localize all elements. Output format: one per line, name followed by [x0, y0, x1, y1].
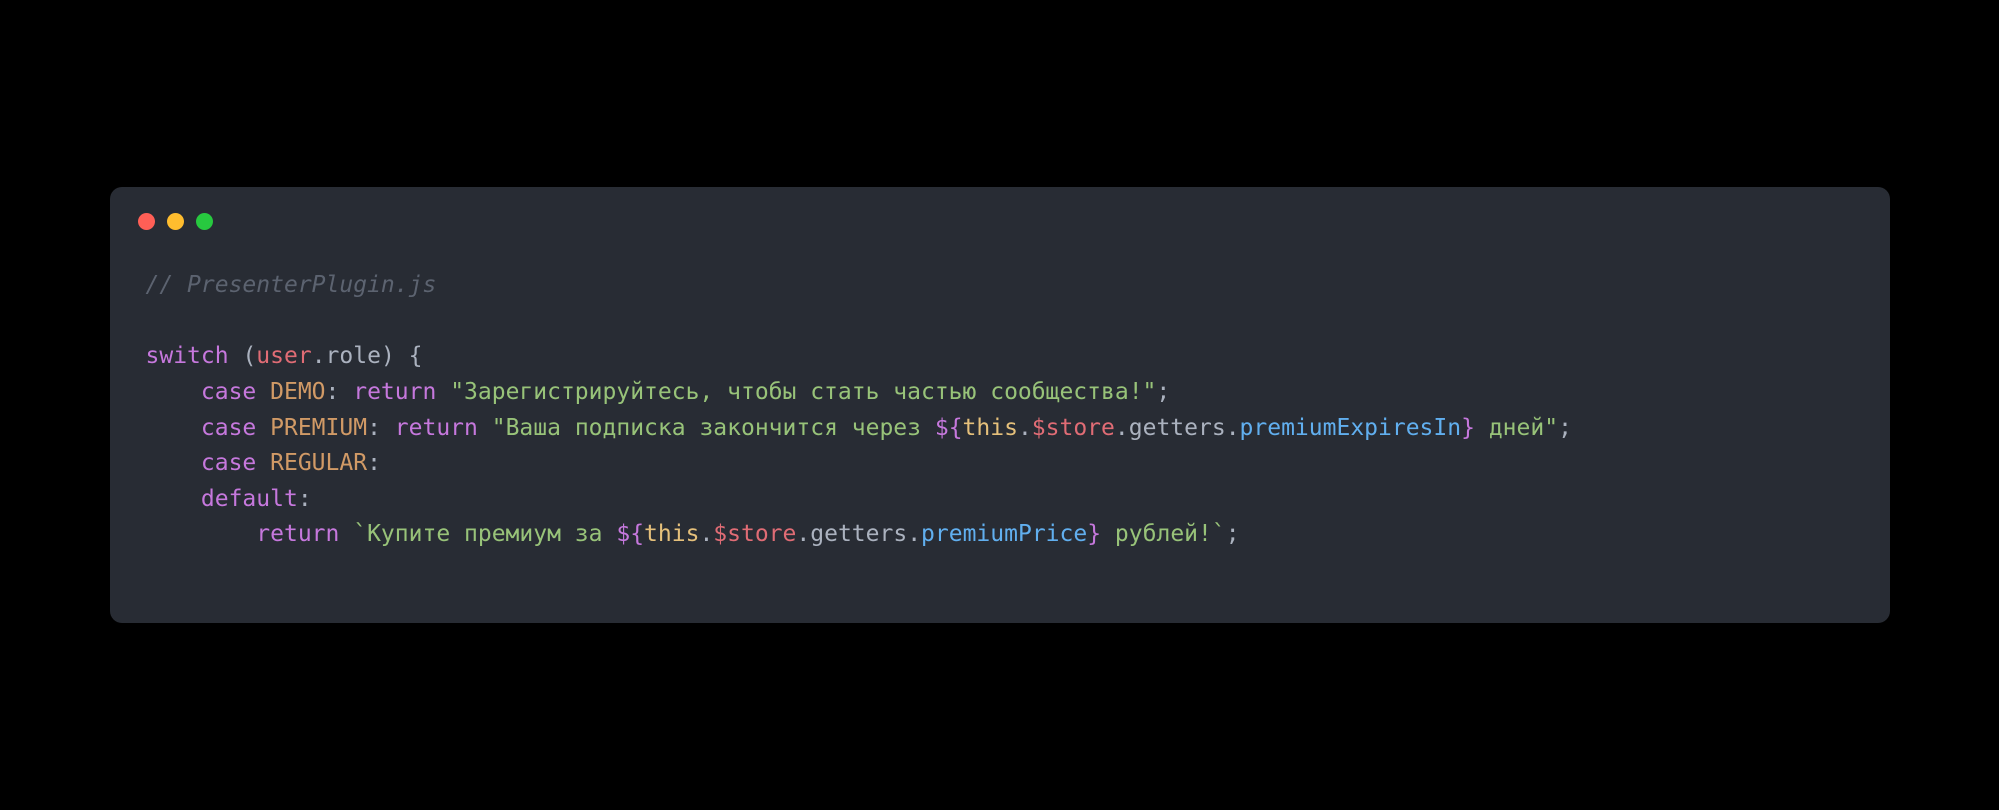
- zoom-icon[interactable]: [196, 213, 213, 230]
- indent: [146, 379, 201, 405]
- indent: [146, 521, 257, 547]
- string-literal: "Зарегистрируйтесь, чтобы стать частью с…: [450, 379, 1156, 405]
- const-demo: DEMO: [270, 379, 325, 405]
- punct: .: [699, 521, 713, 547]
- template-close: }: [1087, 521, 1101, 547]
- keyword-switch: switch: [146, 343, 229, 369]
- space: [256, 415, 270, 441]
- string-literal: дней": [1475, 415, 1558, 441]
- minimize-icon[interactable]: [167, 213, 184, 230]
- punct: :: [367, 450, 381, 476]
- keyword-default: default: [201, 486, 298, 512]
- template-string: рублей!`: [1101, 521, 1226, 547]
- template-open: ${: [935, 415, 963, 441]
- this-keyword: this: [963, 415, 1018, 441]
- this-keyword: this: [644, 521, 699, 547]
- string-literal: "Ваша подписка закончится через: [492, 415, 935, 441]
- prop-getters: getters: [810, 521, 907, 547]
- punct: ) {: [381, 343, 423, 369]
- const-regular: REGULAR: [270, 450, 367, 476]
- punct: .: [907, 521, 921, 547]
- punct: .: [1018, 415, 1032, 441]
- prop-getters: getters: [1129, 415, 1226, 441]
- prop-role: role: [326, 343, 381, 369]
- punct: .: [1226, 415, 1240, 441]
- punct: ;: [1226, 521, 1240, 547]
- template-string: `Купите премиум за: [353, 521, 616, 547]
- punct: .: [796, 521, 810, 547]
- punct: :: [298, 486, 312, 512]
- space: [256, 450, 270, 476]
- keyword-case: case: [201, 379, 256, 405]
- code-window: // PresenterPlugin.js switch (user.role)…: [110, 187, 1890, 623]
- space: [436, 379, 450, 405]
- prop-premiumexpires: premiumExpiresIn: [1240, 415, 1462, 441]
- template-close: }: [1461, 415, 1475, 441]
- space: [339, 521, 353, 547]
- punct: :: [326, 379, 354, 405]
- keyword-return: return: [395, 415, 478, 441]
- code-block: // PresenterPlugin.js switch (user.role)…: [110, 248, 1890, 553]
- blank-line: [146, 304, 1854, 340]
- prop-store: $store: [1032, 415, 1115, 441]
- indent: [146, 415, 201, 441]
- space: [256, 379, 270, 405]
- indent: [146, 486, 201, 512]
- punct: ;: [1156, 379, 1170, 405]
- punct: ;: [1558, 415, 1572, 441]
- const-premium: PREMIUM: [270, 415, 367, 441]
- keyword-return: return: [353, 379, 436, 405]
- template-open: ${: [616, 521, 644, 547]
- punct: .: [1115, 415, 1129, 441]
- close-icon[interactable]: [138, 213, 155, 230]
- keyword-return: return: [256, 521, 339, 547]
- space: [478, 415, 492, 441]
- keyword-case: case: [201, 450, 256, 476]
- indent: [146, 450, 201, 476]
- var-user: user: [256, 343, 311, 369]
- punct: .: [312, 343, 326, 369]
- punct: :: [367, 415, 395, 441]
- code-comment: // PresenterPlugin.js: [146, 272, 437, 298]
- punct: (: [229, 343, 257, 369]
- window-titlebar: [110, 187, 1890, 248]
- prop-store: $store: [713, 521, 796, 547]
- keyword-case: case: [201, 415, 256, 441]
- prop-premiumprice: premiumPrice: [921, 521, 1087, 547]
